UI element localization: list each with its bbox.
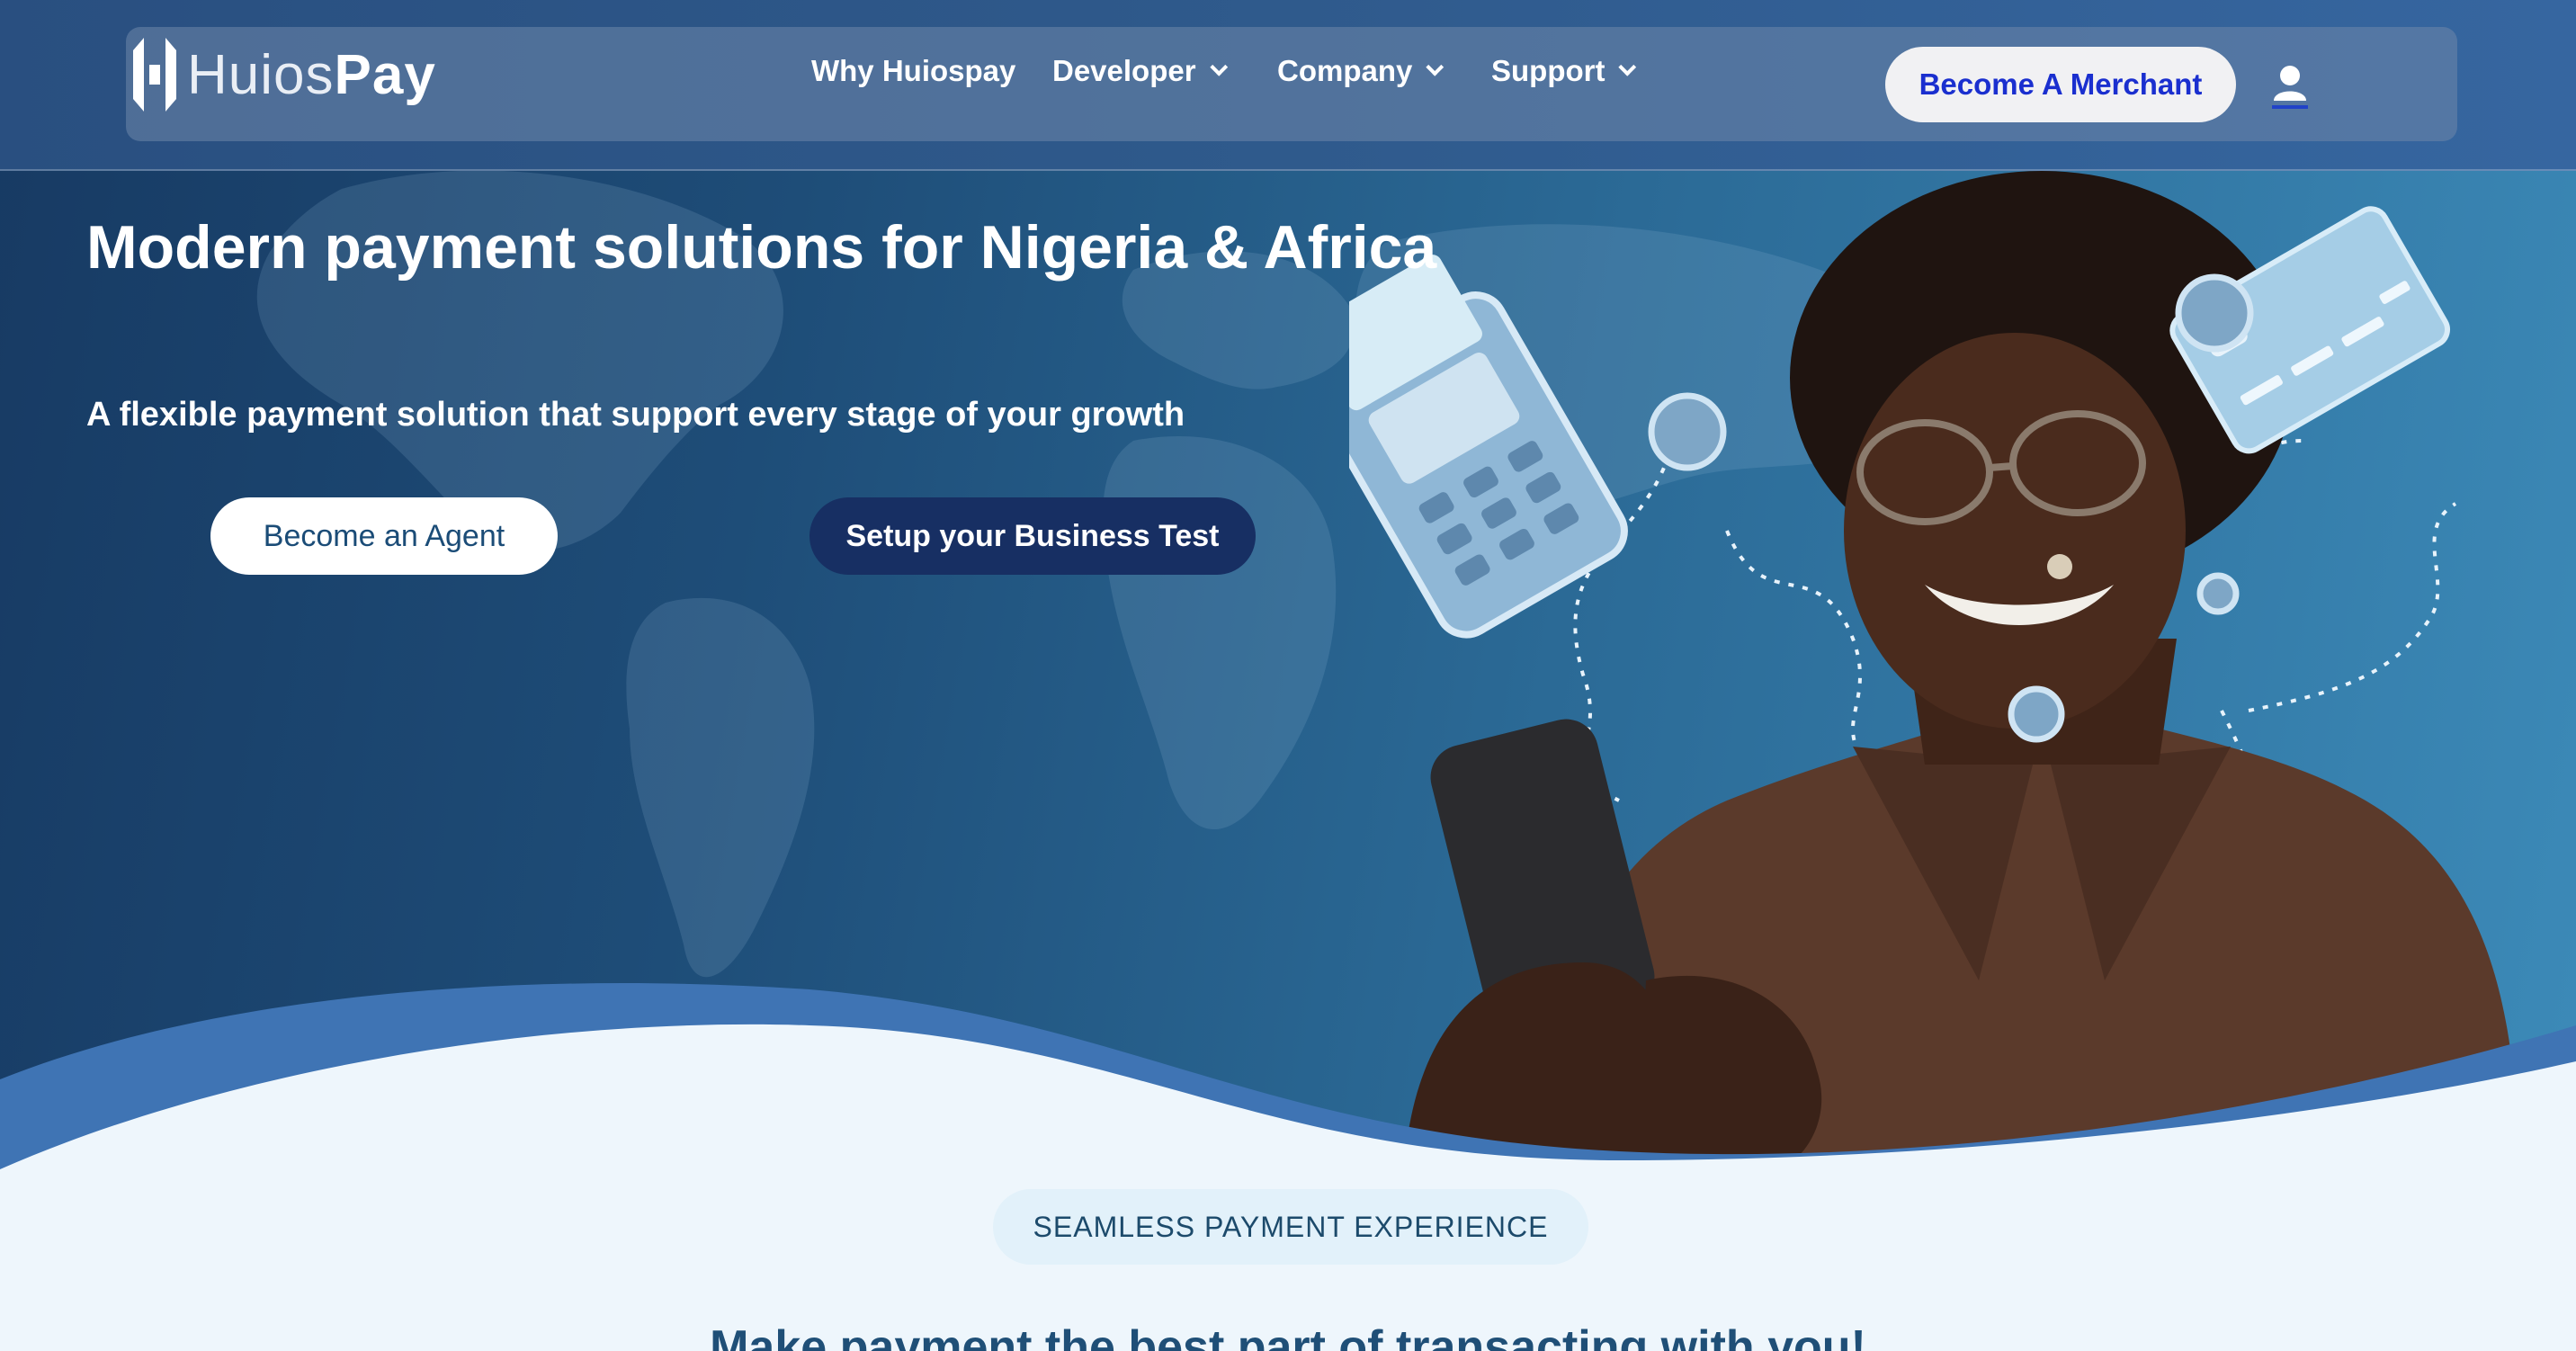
hero-wave-divider bbox=[0, 983, 2576, 1205]
nav-developer[interactable]: Developer bbox=[1052, 54, 1228, 88]
nav-why-huiospay[interactable]: Why Huiospay bbox=[811, 54, 1015, 88]
nav-company[interactable]: Company bbox=[1277, 54, 1445, 88]
setup-business-button[interactable]: Setup your Business Test bbox=[809, 497, 1256, 575]
nav-label: Developer bbox=[1052, 54, 1196, 87]
nav-label: Company bbox=[1277, 54, 1413, 87]
logo-mark-icon bbox=[133, 38, 176, 112]
logo-wordmark: HuiosPay bbox=[187, 43, 436, 106]
user-icon[interactable] bbox=[2270, 63, 2310, 110]
hero-title: Modern payment solutions for Nigeria & A… bbox=[86, 213, 1437, 282]
become-agent-button[interactable]: Become an Agent bbox=[210, 497, 558, 575]
hero-subtitle: A flexible payment solution that support… bbox=[86, 396, 1185, 434]
huiospay-logo[interactable]: HuiosPay bbox=[126, 34, 436, 115]
nav-support[interactable]: Support bbox=[1491, 54, 1637, 88]
section-badge: SEAMLESS PAYMENT EXPERIENCE bbox=[993, 1189, 1588, 1265]
become-merchant-button[interactable]: Become A Merchant bbox=[1885, 47, 2236, 122]
woman-face bbox=[1844, 333, 2186, 729]
nav-label: Support bbox=[1491, 54, 1606, 87]
pos-terminal-illustration bbox=[1349, 255, 1628, 639]
nav-label: Why Huiospay bbox=[811, 54, 1016, 87]
section-heading: Make payment the best part of transactin… bbox=[710, 1321, 1866, 1351]
